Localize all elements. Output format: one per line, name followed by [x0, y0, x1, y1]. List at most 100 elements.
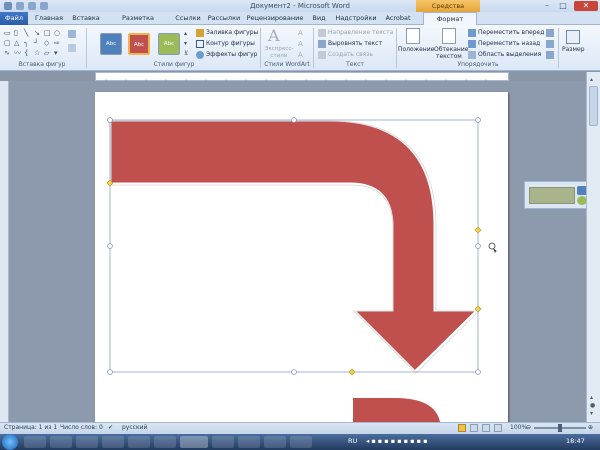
tab-home[interactable]: Главная — [32, 12, 66, 25]
tab-acrobat[interactable]: Acrobat — [382, 12, 414, 25]
taskbar-word-icon[interactable] — [180, 436, 208, 448]
language-indicator[interactable]: русский — [122, 424, 147, 432]
align-icon[interactable] — [546, 29, 554, 37]
wordart-a-icon[interactable]: A — [268, 26, 280, 45]
shape-line-icon[interactable]: ╲ — [24, 29, 28, 37]
shape-triangle-icon[interactable]: △ — [14, 39, 19, 47]
create-link-icon[interactable] — [318, 51, 326, 59]
full-screen-icon[interactable] — [470, 424, 478, 432]
text-direction-button[interactable]: Направление текста — [328, 29, 393, 37]
vertical-scrollbar[interactable]: ▴ ▴ ● ▾ — [586, 72, 600, 422]
text-direction-icon[interactable] — [318, 29, 326, 37]
send-backward-button[interactable]: Переместить назад — [478, 40, 540, 48]
shape-effects-icon[interactable] — [196, 51, 204, 59]
align-text-icon[interactable] — [318, 40, 326, 48]
zoom-in-icon[interactable]: ⊕ — [588, 424, 593, 432]
wrap-text-label-2[interactable]: текстом — [436, 53, 462, 61]
shape-callout-icon[interactable]: ▱ — [44, 49, 49, 57]
size-icon[interactable] — [566, 30, 580, 44]
shape-oval-icon[interactable]: ○ — [54, 29, 60, 37]
taskbar-app-icon[interactable] — [212, 436, 234, 448]
group-icon[interactable] — [546, 40, 554, 48]
zoom-level[interactable]: 100% — [510, 424, 527, 432]
maximize-button[interactable]: □ — [556, 1, 570, 11]
shape-block-arrow-icon[interactable]: ⇨ — [54, 39, 60, 47]
tab-review[interactable]: Рецензирование — [246, 12, 304, 25]
shape-diamond-icon[interactable]: ◇ — [44, 39, 49, 47]
tab-references[interactable]: Ссылки — [174, 12, 202, 25]
shape-star-icon[interactable]: ☆ — [34, 49, 40, 57]
taskbar-app-icon[interactable] — [238, 436, 260, 448]
tab-insert[interactable]: Вставка — [70, 12, 102, 25]
scroll-thumb[interactable] — [589, 86, 598, 126]
tab-format[interactable]: Формат — [423, 12, 477, 26]
shape-curve-icon[interactable]: ∿ — [4, 49, 10, 57]
text-fill-icon[interactable]: A — [298, 29, 303, 37]
shape-effects-button[interactable]: Эффекты фигур — [206, 51, 257, 59]
close-button[interactable]: ✕ — [574, 1, 598, 11]
create-link-button[interactable]: Создать связь — [328, 51, 373, 59]
shape-textbox-icon[interactable]: ▭ — [4, 29, 11, 37]
vertical-ruler[interactable] — [0, 81, 9, 422]
taskbar-media-icon[interactable] — [76, 436, 98, 448]
taskbar-ie-icon[interactable] — [24, 436, 46, 448]
express-styles-button[interactable]: Экспресс-стили — [264, 46, 294, 60]
horizontal-ruler[interactable] — [95, 72, 509, 82]
shape-arrow-line-icon[interactable]: ↘ — [34, 29, 40, 37]
shape-rectangle-icon[interactable]: □ — [44, 29, 51, 37]
shape-fill-button[interactable]: Заливка фигуры — [206, 29, 258, 37]
align-text-button[interactable]: Выровнять текст — [328, 40, 382, 48]
text-outline-icon[interactable]: A — [298, 40, 303, 48]
tab-mailings[interactable]: Рассылки — [206, 12, 242, 25]
rotate-icon[interactable] — [546, 51, 554, 59]
zoom-out-icon[interactable]: ⊖ — [526, 424, 531, 432]
clock[interactable]: 18:47 — [566, 437, 585, 445]
minimize-button[interactable]: – — [540, 1, 554, 11]
scroll-up-icon[interactable]: ▴ — [590, 76, 593, 83]
taskbar-app-icon[interactable] — [264, 436, 286, 448]
taskbar-app-icon[interactable] — [128, 436, 150, 448]
styles-scroll-down-icon[interactable]: ▾ — [184, 40, 187, 48]
styles-scroll-up-icon[interactable]: ▴ — [184, 30, 187, 38]
shape-connector-icon[interactable]: ┐ — [24, 39, 28, 47]
shape-bent-connector-icon[interactable]: ┘ — [34, 39, 38, 47]
tab-page-layout[interactable]: Разметка страницы — [106, 12, 170, 35]
edit-shape-icon[interactable] — [68, 30, 76, 38]
tab-view[interactable]: Вид — [308, 12, 330, 25]
shape-outline-icon[interactable] — [196, 40, 204, 48]
send-backward-icon[interactable] — [468, 40, 476, 48]
shapes-more-icon[interactable]: ▾ — [54, 49, 58, 57]
input-language[interactable]: RU — [348, 437, 357, 445]
tray-icons[interactable]: ◂ ▪ ▪ ▪ ▪ ▪ ▪ ▪ ▪ ▪ — [366, 437, 428, 445]
shape-fill-icon[interactable] — [196, 29, 204, 37]
styles-more-icon[interactable]: ⊻ — [184, 50, 188, 58]
shape-brace-icon[interactable]: { — [24, 49, 28, 57]
shape-style-red[interactable]: Abc — [128, 33, 150, 55]
position-icon[interactable] — [406, 28, 420, 44]
start-button-icon[interactable] — [2, 434, 18, 450]
shape-style-blue[interactable]: Abc — [100, 33, 122, 55]
shape-freeform-icon[interactable]: 〰 — [14, 49, 21, 57]
position-button[interactable]: Положение — [398, 46, 434, 54]
shape-textbox-vertical-icon[interactable]: ▯ — [14, 29, 18, 37]
browse-object-icon[interactable]: ● — [590, 402, 595, 409]
shape-outline-button[interactable]: Контур фигуры — [206, 40, 255, 48]
selection-pane-icon[interactable] — [468, 51, 476, 59]
zoom-slider-thumb[interactable] — [558, 424, 562, 432]
text-effects-icon[interactable]: A — [298, 51, 303, 59]
word-count[interactable]: Число слов: 0 — [60, 424, 103, 432]
tab-addins[interactable]: Надстройки — [334, 12, 378, 25]
bring-forward-button[interactable]: Переместить вперед — [478, 29, 544, 37]
tab-file[interactable]: Файл — [0, 12, 28, 25]
prev-page-icon[interactable]: ▴ — [590, 394, 593, 401]
wrap-text-icon[interactable] — [442, 28, 456, 44]
bring-forward-icon[interactable] — [468, 29, 476, 37]
taskbar-app-icon[interactable] — [102, 436, 124, 448]
taskbar-explorer-icon[interactable] — [50, 436, 72, 448]
page-count[interactable]: Страница: 1 из 1 — [4, 424, 57, 432]
draw-textbox-icon[interactable] — [68, 44, 76, 52]
outline-view-icon[interactable] — [494, 424, 502, 432]
spellcheck-icon[interactable]: ✔ — [108, 424, 113, 432]
size-button[interactable]: Размер — [562, 46, 585, 54]
next-page-icon[interactable]: ▾ — [590, 410, 593, 417]
